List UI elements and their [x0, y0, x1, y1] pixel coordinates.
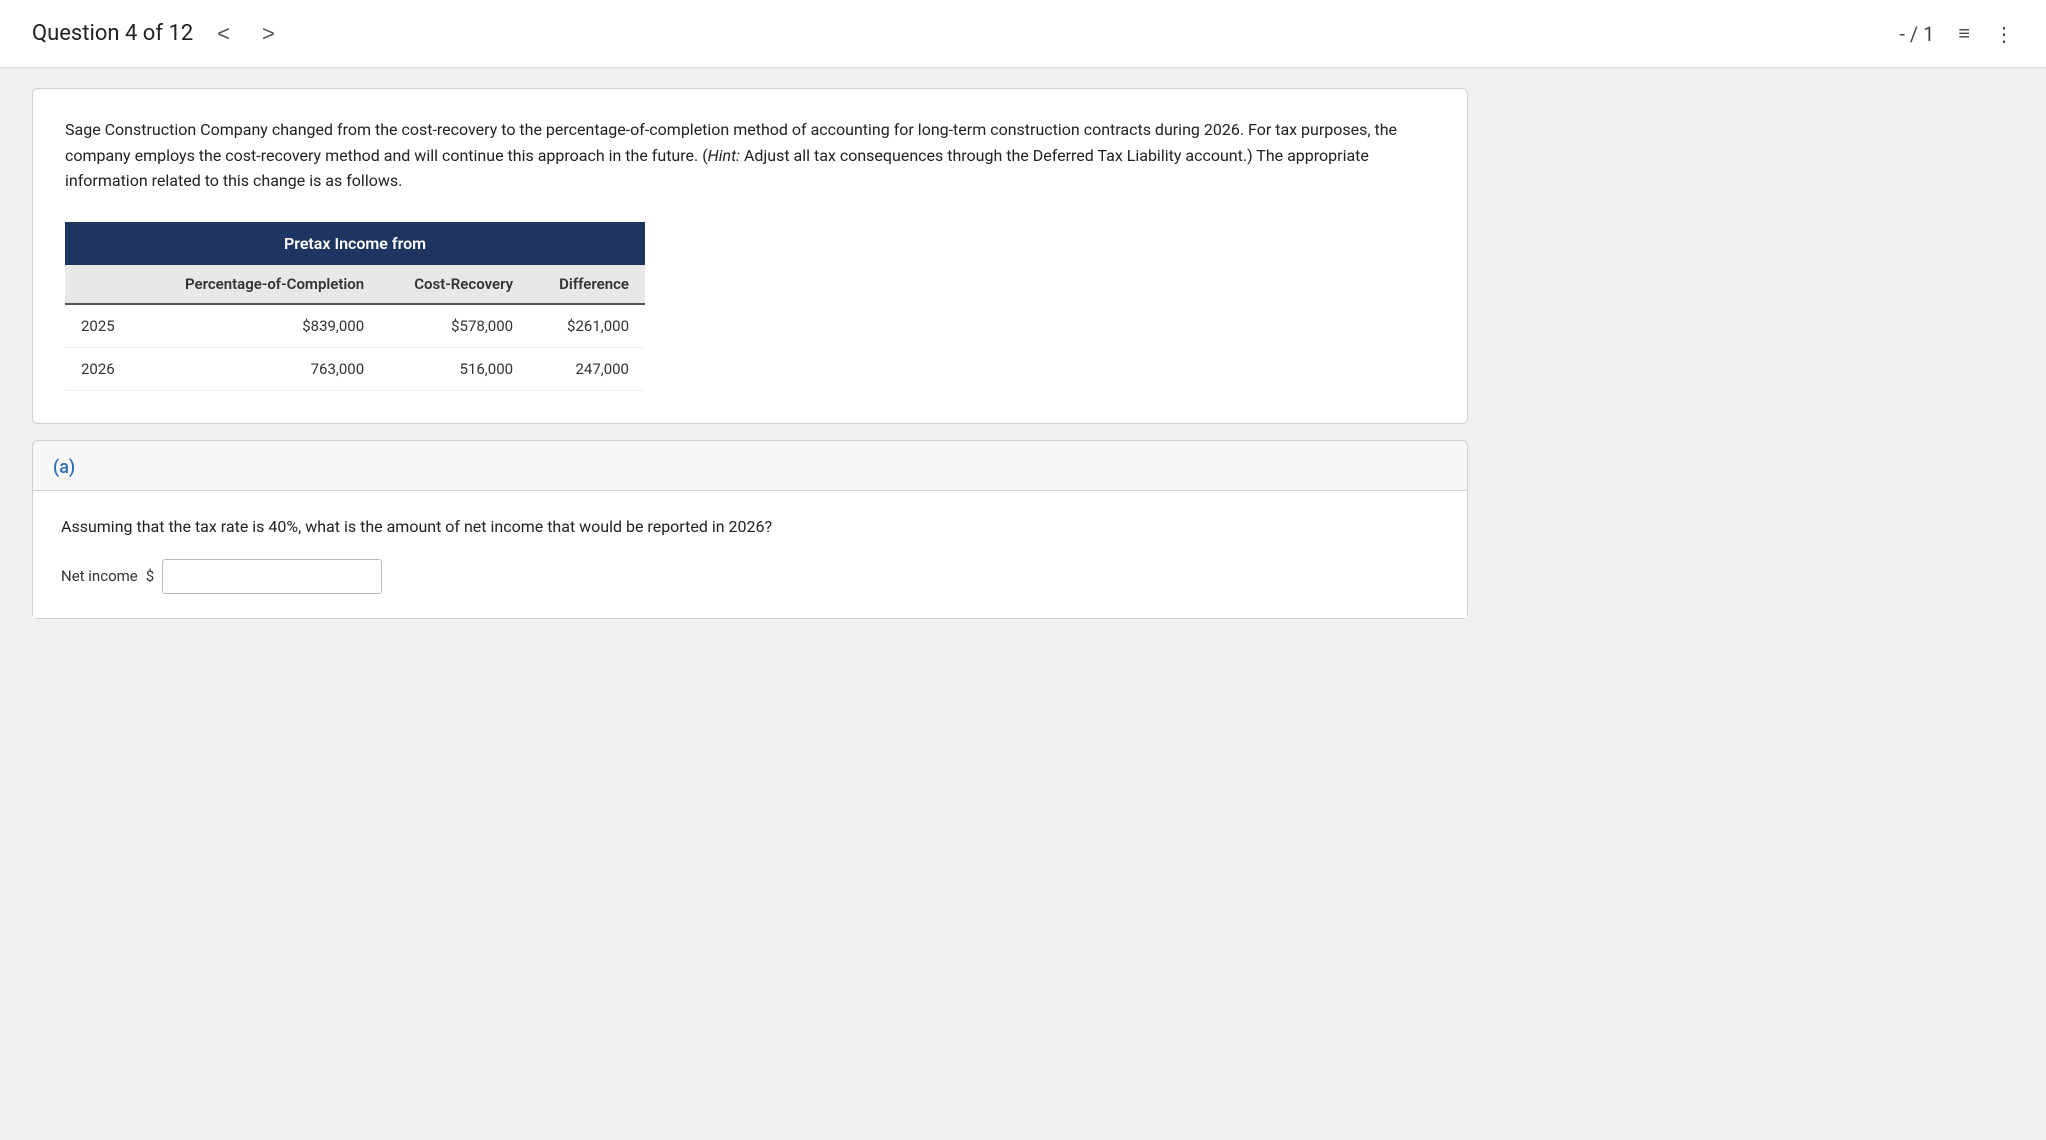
net-income-input[interactable]	[162, 559, 382, 594]
question-text: Sage Construction Company changed from t…	[65, 117, 1435, 194]
list-icon[interactable]: ≡	[1958, 21, 1970, 46]
top-bar: Question 4 of 12 < > - / 1 ≡ ⋮	[0, 0, 2046, 68]
row-2026-year: 2026	[65, 347, 140, 390]
next-button[interactable]: >	[254, 17, 283, 51]
table-subheader-row: Percentage-of-Completion Cost-Recovery D…	[65, 265, 645, 304]
data-table: Pretax Income from Percentage-of-Complet…	[65, 222, 645, 391]
hint-label: Hint:	[708, 146, 740, 165]
top-bar-right: - / 1 ≡ ⋮	[1899, 21, 2014, 46]
part-a-question-text: Assuming that the tax rate is 40%, what …	[61, 515, 1439, 539]
net-income-input-row: Net income $	[61, 559, 1439, 594]
top-bar-left: Question 4 of 12 < >	[32, 17, 283, 51]
table-row-2025: 2025 $839,000 $578,000 $261,000	[65, 304, 645, 348]
row-2025-year: 2025	[65, 304, 140, 348]
prev-button[interactable]: <	[209, 17, 238, 51]
main-content: Sage Construction Company changed from t…	[0, 68, 1500, 639]
col-poc-header: Percentage-of-Completion	[140, 265, 380, 304]
row-2026-cr: 516,000	[380, 347, 529, 390]
question-title: Question 4 of 12	[32, 21, 193, 46]
net-income-label: Net income	[61, 567, 138, 585]
score-display: - / 1	[1899, 22, 1934, 46]
row-2026-diff: 247,000	[529, 347, 645, 390]
col-year-header	[65, 265, 140, 304]
col-diff-header: Difference	[529, 265, 645, 304]
question-card: Sage Construction Company changed from t…	[32, 88, 1468, 424]
row-2025-cr: $578,000	[380, 304, 529, 348]
table-main-header: Pretax Income from	[65, 222, 645, 265]
more-options-icon[interactable]: ⋮	[1994, 22, 2014, 46]
col-cr-header: Cost-Recovery	[380, 265, 529, 304]
part-a-card: (a) Assuming that the tax rate is 40%, w…	[32, 440, 1468, 619]
row-2025-diff: $261,000	[529, 304, 645, 348]
row-2026-poc: 763,000	[140, 347, 380, 390]
part-a-label: (a)	[33, 441, 1467, 490]
table-row-2026: 2026 763,000 516,000 247,000	[65, 347, 645, 390]
table-header-row: Pretax Income from	[65, 222, 645, 265]
dollar-sign: $	[146, 567, 154, 585]
part-a-question-area: Assuming that the tax rate is 40%, what …	[33, 490, 1467, 618]
row-2025-poc: $839,000	[140, 304, 380, 348]
